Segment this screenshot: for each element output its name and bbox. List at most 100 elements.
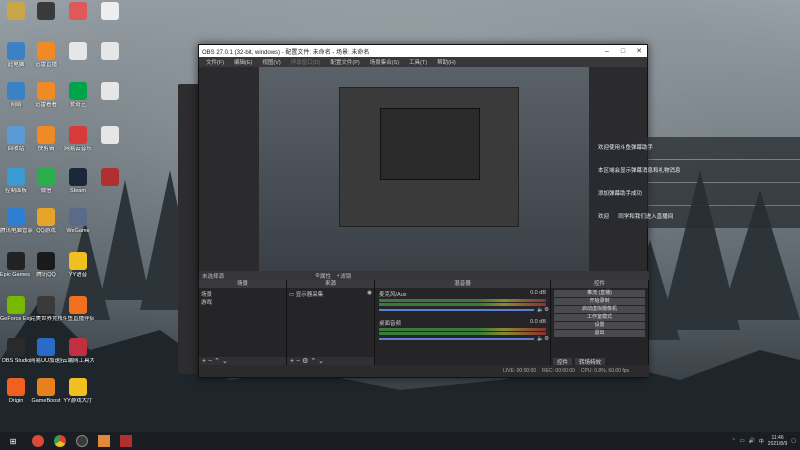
volume-icon[interactable]: 🔊 xyxy=(749,438,755,444)
exit-button[interactable]: 退出 xyxy=(554,330,645,337)
desktop-icon[interactable] xyxy=(62,42,94,80)
desktop-icon[interactable] xyxy=(94,42,126,80)
scene-item[interactable]: 游戏 xyxy=(201,298,284,306)
desktop-icon[interactable]: Epic Games Launcher xyxy=(0,252,32,290)
network-icon[interactable]: ▭ xyxy=(740,438,745,444)
desktop-icon[interactable]: Origin xyxy=(0,378,32,416)
speaker-icon[interactable]: 🔈 xyxy=(537,336,544,342)
desktop-icon[interactable]: WeGame xyxy=(62,208,94,246)
minimize-icon[interactable]: – xyxy=(599,48,615,55)
add-icon[interactable]: + xyxy=(202,358,206,365)
volume-slider[interactable] xyxy=(379,309,535,311)
chevron-up-icon[interactable]: ⌃ xyxy=(732,438,736,444)
desktop-icon[interactable]: 腾讯QQ xyxy=(30,252,62,290)
desktop-icon-label: 腾讯电脑管家 xyxy=(0,228,32,234)
settings-button[interactable]: 设置 xyxy=(554,322,645,329)
menu-scene-collection[interactable]: 场景集合(S) xyxy=(365,58,404,66)
gear-icon[interactable]: ⚙ xyxy=(544,307,549,313)
properties-button[interactable]: 属性 xyxy=(320,272,331,280)
douyu-icon[interactable] xyxy=(32,435,44,447)
desktop-icon[interactable] xyxy=(94,2,126,40)
desktop-icon[interactable]: 回收站 xyxy=(0,126,32,164)
notification-icon[interactable]: ▢ xyxy=(791,438,796,444)
chevron-up-icon[interactable]: ⌃ xyxy=(310,358,316,365)
desktop-icon[interactable] xyxy=(62,2,94,40)
add-icon[interactable]: + xyxy=(290,358,294,365)
desktop-icon[interactable] xyxy=(94,168,126,206)
studio-mode-button[interactable]: 工作室模式 xyxy=(554,314,645,321)
close-icon[interactable]: ✕ xyxy=(631,47,647,55)
desktop-icon[interactable]: GeForce Experience xyxy=(0,296,32,334)
obs-window[interactable]: OBS 27.0.1 (32-bit, windows) - 配置文件: 未命名… xyxy=(198,44,649,378)
menu-file[interactable]: 文件(F) xyxy=(201,58,229,66)
chevron-down-icon[interactable]: ⌄ xyxy=(222,358,228,365)
desktop-icon[interactable]: 腾讯电脑管家 xyxy=(0,208,32,246)
obs-statusbar: LIVE: 00:00:00 REC: 00:00:00 CPU: 0.8%, … xyxy=(199,365,649,377)
chevron-down-icon[interactable]: ⌄ xyxy=(318,358,324,365)
game-icon[interactable] xyxy=(120,435,132,447)
desktop-icon[interactable]: 此电脑 xyxy=(0,42,32,80)
desktop-icon-label: 微信 xyxy=(40,188,52,194)
volume-slider[interactable] xyxy=(379,338,535,340)
start-recording-button[interactable]: 开始录制 xyxy=(554,298,645,305)
obs-preview[interactable] xyxy=(259,67,589,271)
filters-button[interactable]: 滤镜 xyxy=(340,272,351,280)
eye-icon[interactable]: ◉ xyxy=(367,290,372,296)
desktop-icon[interactable]: 快剪辑 xyxy=(30,126,62,164)
desktop-icon[interactable]: YY游戏大厅 xyxy=(62,378,94,416)
desktop-icon[interactable]: 迅雷直播 xyxy=(30,42,62,80)
menu-edit[interactable]: 编辑(E) xyxy=(229,58,257,66)
menu-view[interactable]: 视图(V) xyxy=(257,58,285,66)
desktop-icon[interactable]: OBS Studio xyxy=(0,338,32,376)
desktop-icon[interactable]: 迅雷看看 xyxy=(30,82,62,120)
desktop-icon[interactable]: 云端网工具大本营直播助手 xyxy=(62,338,94,376)
obs-titlebar[interactable]: OBS 27.0.1 (32-bit, windows) - 配置文件: 未命名… xyxy=(199,45,647,57)
desktop-icon[interactable]: 微信 xyxy=(30,168,62,206)
desktop-icon-label: 此电脑 xyxy=(7,62,25,68)
windows-start-icon[interactable]: ⊞ xyxy=(4,434,22,448)
ime-icon[interactable]: 中 xyxy=(759,438,764,445)
desktop-icon[interactable]: Steam xyxy=(62,168,94,206)
menu-tools[interactable]: 工具(T) xyxy=(404,58,432,66)
menu-profile[interactable]: 配置文件(P) xyxy=(325,58,364,66)
desktop-icon[interactable]: 网易UU加速器 xyxy=(30,338,62,376)
volume-meter xyxy=(379,299,546,302)
desktop-icon[interactable]: 网络 xyxy=(0,82,32,120)
taskbar: ⊞ ⌃ ▭ 🔊 中 11:46 2021/8/9 ▢ xyxy=(0,432,800,450)
remove-icon[interactable]: − xyxy=(296,358,300,365)
desktop-icon[interactable]: 网易云音乐 xyxy=(62,126,94,164)
app-icon[interactable] xyxy=(98,435,110,447)
gear-icon[interactable]: ⚙ xyxy=(302,358,308,365)
desktop-icon[interactable]: 完美世界竞技平台 xyxy=(30,296,62,334)
desktop-icon[interactable] xyxy=(0,2,32,40)
desktop-icon-label: 云端网工具大本营直播助手 xyxy=(62,358,94,364)
file-icon xyxy=(101,82,119,100)
desktop-icon[interactable]: 控制面板 xyxy=(0,168,32,206)
desktop-icon[interactable] xyxy=(94,126,126,164)
obs-icon[interactable] xyxy=(76,435,88,447)
chevron-up-icon[interactable]: ⌃ xyxy=(214,358,220,365)
thunder-icon xyxy=(37,82,55,100)
browser-icon xyxy=(69,2,87,20)
menu-help[interactable]: 帮助(H) xyxy=(432,58,461,66)
desktop-icon[interactable]: 爱奇艺 xyxy=(62,82,94,120)
start-streaming-button[interactable]: 推流 (直播) xyxy=(554,290,645,297)
desktop-icon[interactable]: YY语音 xyxy=(62,252,94,290)
source-item[interactable]: ▭ 显示器采集 ◉ xyxy=(289,290,372,298)
desktop-icon[interactable]: QQ游戏 xyxy=(30,208,62,246)
desktop-icon[interactable] xyxy=(94,82,126,120)
virtual-camera-button[interactable]: 启动虚拟摄像机 xyxy=(554,306,645,313)
desktop-icon[interactable]: 斗鱼直播伴侣 xyxy=(62,296,94,334)
gear-icon[interactable]: ⚙ xyxy=(544,336,549,342)
clock[interactable]: 11:46 2021/8/9 xyxy=(768,435,787,447)
remove-icon[interactable]: − xyxy=(208,358,212,365)
desktop-icon-label: GeForce Experience xyxy=(0,316,32,322)
chrome-icon[interactable] xyxy=(54,435,66,447)
desktop-icon-label: 迅雷看看 xyxy=(34,102,57,108)
menu-docks[interactable]: 停靠窗口(D) xyxy=(286,58,326,66)
speaker-icon[interactable]: 🔈 xyxy=(537,307,544,313)
scene-item[interactable]: 场景 xyxy=(201,290,284,298)
desktop-icon[interactable] xyxy=(30,2,62,40)
desktop-icon[interactable]: GameBoost xyxy=(30,378,62,416)
maximize-icon[interactable]: □ xyxy=(615,48,631,55)
